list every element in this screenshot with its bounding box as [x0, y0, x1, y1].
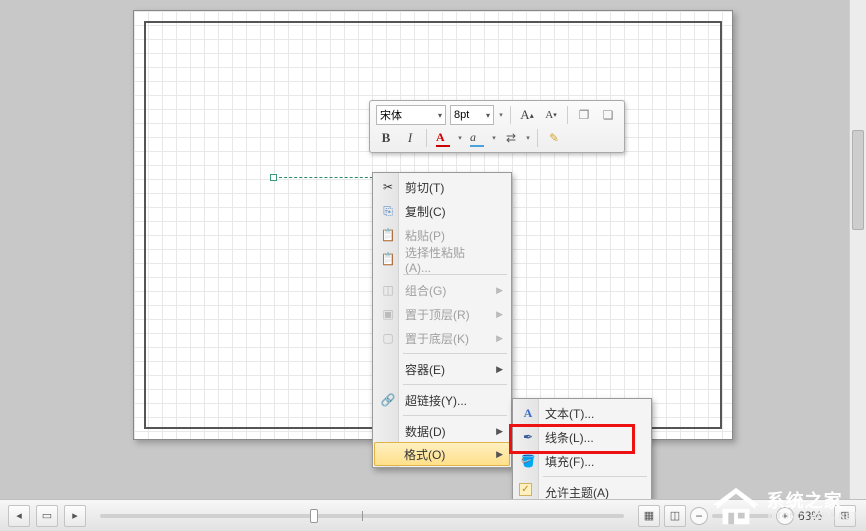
separator	[426, 129, 427, 147]
submenu-arrow-icon: ▶	[496, 333, 503, 344]
submenu-arrow-icon: ▶	[496, 449, 503, 460]
copy-format-icon[interactable]: ❐	[574, 105, 594, 125]
separator	[537, 129, 538, 147]
menu-item-container[interactable]: 容器(E) ▶	[375, 357, 509, 381]
shrink-font-button[interactable]: A▾	[541, 105, 561, 125]
menu-item-data[interactable]: 数据(D) ▶	[375, 419, 509, 443]
vertical-scrollbar[interactable]	[849, 0, 866, 499]
house-icon	[713, 487, 759, 527]
menu-item-group: ◫ 组合(G) ▶	[375, 278, 509, 302]
menu-item-copy[interactable]: ⎘ 复制(C)	[375, 199, 509, 223]
group-icon: ◫	[379, 281, 397, 299]
dropdown-arrow-icon: ▾	[438, 111, 442, 120]
page-nav-button[interactable]: ▭	[36, 505, 58, 527]
watermark-logo: 系统之家 XITONGZHIJIA.NET	[705, 483, 866, 531]
separator	[567, 106, 568, 124]
menu-item-format[interactable]: 格式(O) ▶	[374, 442, 510, 466]
bold-button[interactable]: B	[376, 128, 396, 148]
hyperlink-icon: 🔗	[379, 391, 397, 409]
font-name-select[interactable]: 宋体 ▾	[376, 105, 446, 125]
paste-special-icon: 📋	[379, 250, 397, 268]
watermark-url: XITONGZHIJIA.NET	[767, 512, 858, 522]
dropdown-arrow-icon[interactable]: ▾	[498, 105, 504, 125]
line-arrows-button[interactable]: ⇄	[501, 128, 521, 148]
submenu-item-text[interactable]: A 文本(T)...	[515, 401, 649, 425]
prev-page-button[interactable]: ◂	[8, 505, 30, 527]
fit-page-button[interactable]: ▦	[638, 505, 660, 527]
menu-separator	[543, 476, 647, 477]
submenu-item-fill[interactable]: 🪣 填充(F)...	[515, 449, 649, 473]
italic-button[interactable]: I	[400, 128, 420, 148]
font-name-value: 宋体	[380, 107, 402, 123]
submenu-arrow-icon: ▶	[496, 285, 503, 296]
submenu-arrow-icon: ▶	[496, 364, 503, 375]
font-color-button[interactable]: A	[433, 128, 453, 148]
context-menu: ✂ 剪切(T) ⎘ 复制(C) 📋 粘贴(P) 📋 选择性粘贴(A)... ◫ …	[372, 172, 512, 468]
menu-separator	[403, 384, 507, 385]
dropdown-arrow-icon[interactable]: ▾	[457, 128, 463, 148]
dropdown-arrow-icon[interactable]: ▾	[525, 128, 531, 148]
submenu-item-line[interactable]: ✒ 线条(L)...	[515, 425, 649, 449]
slider-tick	[362, 511, 363, 521]
separator	[510, 106, 511, 124]
dropdown-arrow-icon[interactable]: ▾	[491, 128, 497, 148]
paste-format-icon[interactable]: ❏	[598, 105, 618, 125]
checkbox-checked-icon: ✓	[519, 483, 532, 496]
copy-icon: ⎘	[379, 202, 397, 220]
submenu-arrow-icon: ▶	[496, 309, 503, 320]
font-size-value: 8pt	[454, 109, 469, 121]
line-handle-left[interactable]	[270, 174, 277, 181]
grow-font-button[interactable]: A▴	[517, 105, 537, 125]
floating-format-toolbar: 宋体 ▾ 8pt ▾ ▾ A▴ A▾ ❐ ❏ B I A ▾ a ▾ ⇄ ▾ ✎	[369, 100, 625, 153]
menu-item-send-back: ▢ 置于底层(K) ▶	[375, 326, 509, 350]
menu-separator	[403, 415, 507, 416]
bring-front-icon: ▣	[379, 305, 397, 323]
format-painter-icon[interactable]: ✎	[544, 128, 564, 148]
send-back-icon: ▢	[379, 329, 397, 347]
menu-separator	[403, 353, 507, 354]
fit-width-button[interactable]: ◫	[664, 505, 686, 527]
horizontal-scroll-slider[interactable]	[100, 514, 624, 518]
paste-icon: 📋	[379, 226, 397, 244]
slider-knob[interactable]	[310, 509, 318, 523]
next-page-button[interactable]: ▸	[64, 505, 86, 527]
bucket-icon: 🪣	[519, 452, 537, 470]
scrollbar-thumb[interactable]	[852, 130, 864, 230]
menu-item-hyperlink[interactable]: 🔗 超链接(Y)...	[375, 388, 509, 412]
menu-item-paste-special: 📋 选择性粘贴(A)...	[375, 247, 509, 271]
text-icon: A	[519, 404, 537, 422]
menu-item-bring-front: ▣ 置于顶层(R) ▶	[375, 302, 509, 326]
menu-item-cut[interactable]: ✂ 剪切(T)	[375, 175, 509, 199]
watermark-title: 系统之家	[767, 492, 858, 512]
submenu-arrow-icon: ▶	[496, 426, 503, 437]
pen-icon: ✒	[519, 428, 537, 446]
highlight-button[interactable]: a	[467, 128, 487, 148]
scissors-icon: ✂	[379, 178, 397, 196]
dropdown-arrow-icon: ▾	[486, 111, 490, 120]
font-size-select[interactable]: 8pt ▾	[450, 105, 494, 125]
